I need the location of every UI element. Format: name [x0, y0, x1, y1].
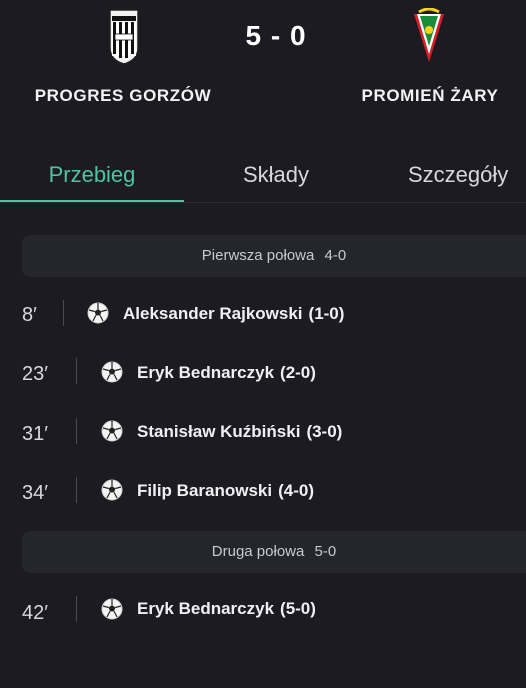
event-divider	[76, 596, 77, 622]
soccer-ball-icon	[101, 420, 123, 442]
event-player[interactable]: Filip Baranowski	[137, 481, 272, 500]
event-result: (1-0)	[308, 304, 345, 323]
active-tab-indicator	[0, 200, 184, 202]
event-goal-row: Aleksander Rajkowski (1-0)	[123, 304, 344, 324]
event-minute: 34′	[22, 482, 48, 504]
event-player[interactable]: Eryk Bednarczyk	[137, 599, 274, 618]
tab-sklady[interactable]: Składy	[184, 162, 368, 188]
tab-szczegoly[interactable]: Szczegóły	[368, 162, 526, 188]
event-divider	[63, 300, 64, 326]
event-divider	[76, 418, 77, 444]
soccer-ball-icon	[101, 598, 123, 620]
event-player[interactable]: Stanisław Kuźbiński	[137, 422, 300, 441]
soccer-ball-icon	[101, 479, 123, 501]
section-label: Druga połowa	[211, 543, 305, 560]
away-team-name[interactable]: PROMIEŃ ŻARY	[330, 86, 526, 106]
event-player[interactable]: Eryk Bednarczyk	[137, 363, 274, 382]
soccer-ball-icon	[101, 361, 123, 383]
event-divider	[76, 358, 77, 384]
event-result: (4-0)	[278, 481, 314, 500]
section-first-half: Pierwsza połowa 4-0	[22, 235, 526, 277]
event-divider	[76, 477, 77, 503]
event-goal-row: Eryk Bednarczyk (5-0)	[137, 599, 316, 619]
match-score: 5 - 0	[245, 20, 307, 51]
event-result: (3-0)	[306, 422, 343, 441]
progres-gorzow-crest-icon[interactable]	[108, 8, 140, 66]
section-second-half: Druga połowa 5-0	[22, 531, 526, 573]
section-score: 4-0	[324, 247, 347, 264]
event-goal-row: Stanisław Kuźbiński (3-0)	[137, 422, 342, 442]
section-label: Pierwsza połowa	[201, 247, 315, 264]
event-goal-row: Eryk Bednarczyk (2-0)	[137, 363, 316, 383]
event-minute: 23′	[22, 363, 48, 385]
tab-bar-divider	[0, 202, 526, 203]
section-score: 5-0	[314, 543, 337, 560]
event-minute: 42′	[22, 602, 48, 624]
event-minute: 31′	[22, 423, 48, 445]
home-team-name[interactable]: PROGRES GORZÓW	[18, 86, 228, 106]
tab-przebieg[interactable]: Przebieg	[0, 162, 184, 188]
event-goal-row: Filip Baranowski (4-0)	[137, 481, 314, 501]
event-player[interactable]: Aleksander Rajkowski	[123, 304, 303, 323]
event-result: (5-0)	[280, 599, 316, 618]
soccer-ball-icon	[87, 302, 109, 324]
event-result: (2-0)	[280, 363, 316, 382]
promien-zary-crest-icon[interactable]	[413, 7, 445, 64]
event-minute: 8′	[22, 304, 37, 326]
